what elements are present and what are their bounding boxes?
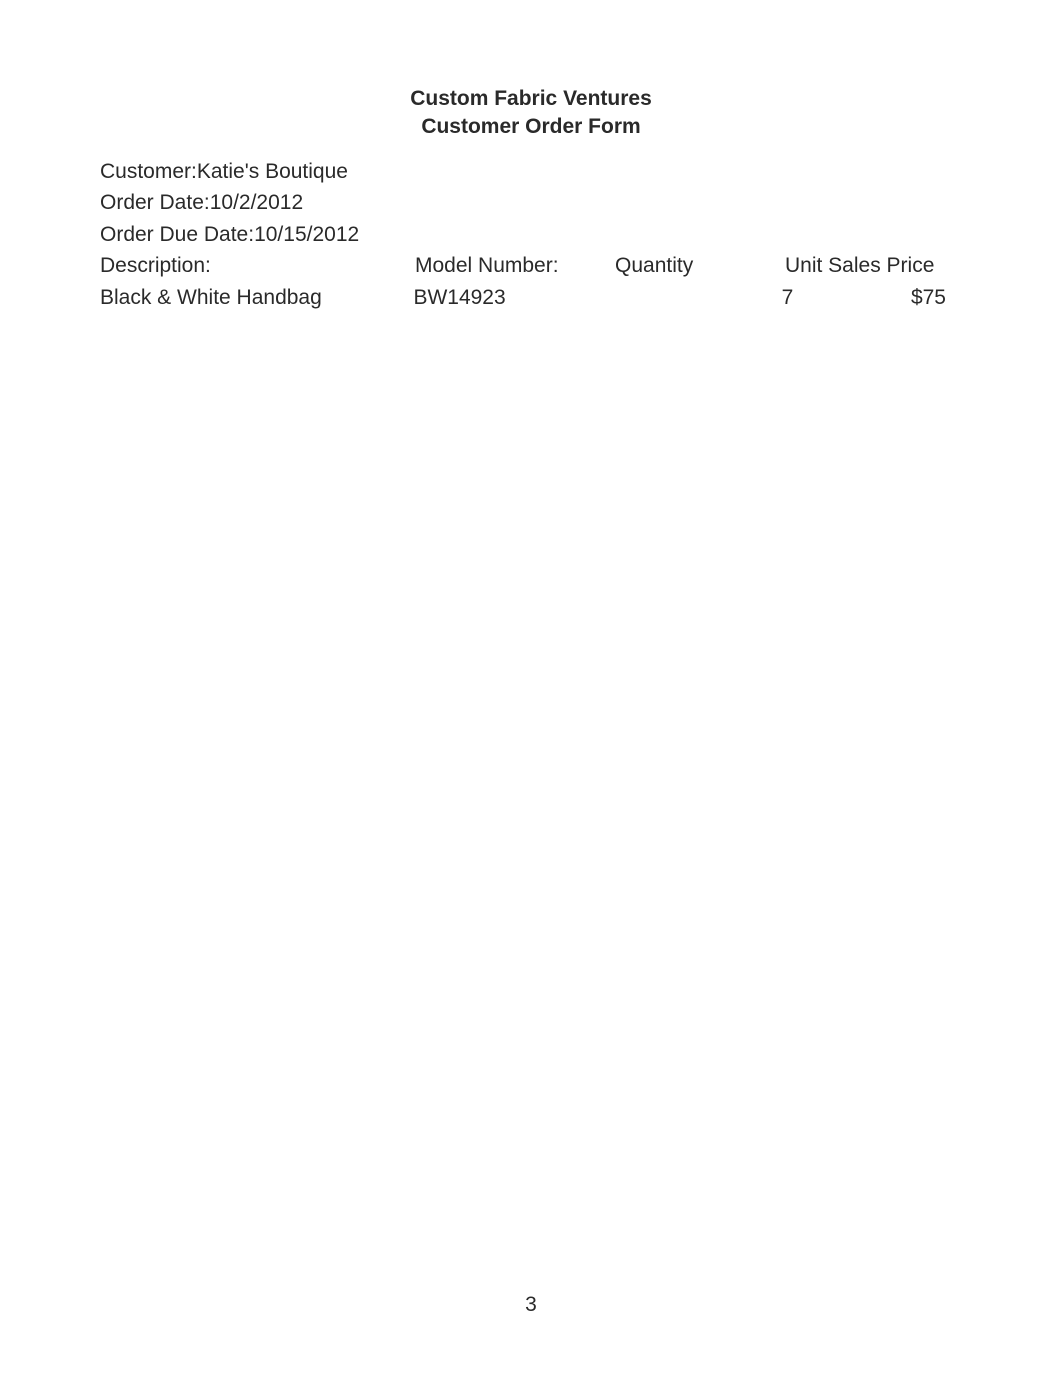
- customer-label: Customer:: [100, 156, 197, 188]
- cell-quantity-spacer: [612, 282, 781, 314]
- order-due-date-row: Order Due Date: 10/15/2012: [100, 219, 962, 251]
- header-model: Model Number:: [415, 250, 615, 282]
- customer-value: Katie's Boutique: [197, 156, 348, 188]
- title-line-2: Customer Order Form: [100, 113, 962, 141]
- order-due-date-value: 10/15/2012: [254, 219, 359, 251]
- title-line-1: Custom Fabric Ventures: [100, 85, 962, 113]
- order-date-label: Order Date:: [100, 187, 210, 219]
- header-description: Description:: [100, 250, 415, 282]
- cell-description: Black & White Handbag: [100, 282, 413, 314]
- cell-model: BW14923: [413, 282, 612, 314]
- order-date-value: 10/2/2012: [210, 187, 303, 219]
- header-quantity: Quantity: [615, 250, 785, 282]
- customer-row: Customer: Katie's Boutique: [100, 156, 962, 188]
- document-page: Custom Fabric Ventures Customer Order Fo…: [0, 0, 1062, 313]
- header-unit-price: Unit Sales Price: [785, 250, 962, 282]
- table-row: Black & White Handbag BW14923 7 $75: [100, 282, 962, 314]
- cell-quantity: 7: [782, 282, 911, 314]
- order-due-date-label: Order Due Date:: [100, 219, 254, 251]
- table-header-row: Description: Model Number: Quantity Unit…: [100, 250, 962, 282]
- order-date-row: Order Date: 10/2/2012: [100, 187, 962, 219]
- title-block: Custom Fabric Ventures Customer Order Fo…: [100, 85, 962, 142]
- cell-unit-price: $75: [911, 282, 962, 314]
- page-number: 3: [0, 1293, 1062, 1317]
